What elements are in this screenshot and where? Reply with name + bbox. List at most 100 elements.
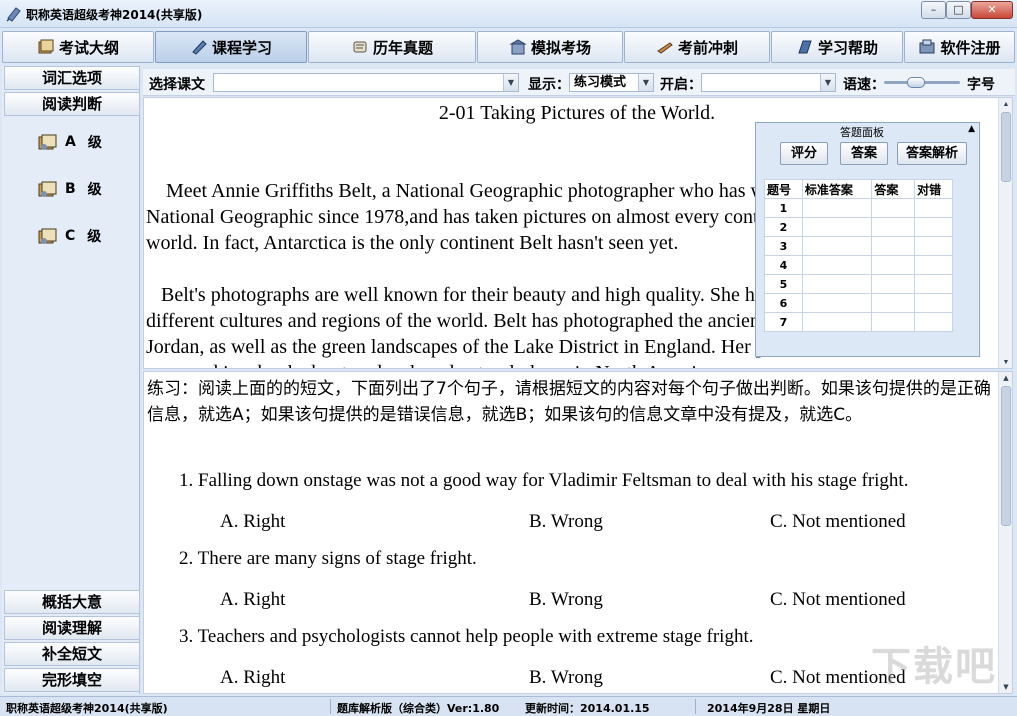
sidebar-item-main-idea[interactable]: 概括大意 bbox=[4, 590, 140, 614]
status-date: 2014年9月28日 星期日 bbox=[707, 702, 831, 715]
sidebar-item-complete-passage[interactable]: 补全短文 bbox=[4, 642, 140, 666]
option-c[interactable]: C. Not mentioned bbox=[770, 589, 906, 611]
tab-final-sprint[interactable]: 考前冲刺 bbox=[624, 31, 770, 63]
score-button[interactable]: 评分 bbox=[780, 142, 828, 165]
display-mode-dropdown[interactable]: 练习模式 ▼ bbox=[569, 73, 654, 92]
user-answer-cell[interactable] bbox=[871, 293, 916, 313]
option-a[interactable]: A. Right bbox=[220, 589, 285, 611]
tab-course-study[interactable]: 课程学习 bbox=[155, 31, 307, 63]
reading-scrollbar[interactable]: ▲ ▼ bbox=[998, 98, 1012, 368]
table-row: 3 bbox=[764, 236, 953, 256]
answer-button[interactable]: 答案 bbox=[840, 142, 888, 165]
collapse-up-icon[interactable]: ▲ bbox=[968, 124, 975, 134]
option-b[interactable]: B. Wrong bbox=[529, 589, 603, 611]
speed-slider[interactable] bbox=[884, 77, 960, 88]
scroll-up-icon[interactable]: ▲ bbox=[1000, 98, 1012, 110]
scroll-thumb[interactable] bbox=[1001, 112, 1011, 182]
column-header: 题号 bbox=[764, 179, 803, 199]
select-text-dropdown[interactable]: ▼ bbox=[213, 73, 519, 92]
practice-panel: 练习：阅读上面的的短文，下面列出了7个句子，请根据短文的内容对每个句子做出判断。… bbox=[143, 371, 1013, 694]
user-answer-cell[interactable] bbox=[871, 274, 916, 294]
chevron-down-icon[interactable]: ▼ bbox=[503, 74, 518, 91]
sidebar-item-reading-comprehension[interactable]: 阅读理解 bbox=[4, 616, 140, 640]
practice-scrollbar[interactable]: ▲ ▼ bbox=[998, 372, 1012, 693]
sidebar-item-reading-judgment[interactable]: 阅读判断 bbox=[4, 92, 140, 116]
minimize-button[interactable]: – bbox=[921, 1, 946, 19]
sidebar-item-cloze[interactable]: 完形填空 bbox=[4, 668, 140, 692]
option-a[interactable]: A. Right bbox=[220, 511, 285, 533]
user-answer-cell[interactable] bbox=[871, 217, 916, 237]
status-app-name: 职称英语超级考神2014(共享版) bbox=[6, 702, 168, 715]
title-bar: 职称英语超级考神2014(共享版) – □ ✕ bbox=[0, 0, 1017, 28]
question-number: 6 bbox=[764, 293, 803, 313]
user-answer-cell[interactable] bbox=[871, 198, 916, 218]
slider-thumb[interactable] bbox=[907, 77, 925, 88]
result-cell bbox=[914, 236, 953, 256]
tab-label: 历年真题 bbox=[372, 38, 433, 57]
user-answer-cell[interactable] bbox=[871, 312, 916, 332]
book-icon bbox=[37, 39, 55, 55]
open-label: 开启： bbox=[660, 77, 702, 93]
tab-label: 软件注册 bbox=[940, 38, 1001, 57]
scroll-down-icon[interactable]: ▼ bbox=[1000, 681, 1012, 693]
option-c[interactable]: C. Not mentioned bbox=[770, 511, 906, 533]
standard-answer-cell bbox=[801, 255, 873, 275]
standard-answer-cell bbox=[801, 312, 873, 332]
tab-software-register[interactable]: 软件注册 bbox=[904, 31, 1015, 63]
main-toolbar: 考试大纲 课程学习 历年真题 模拟考场 考前冲刺 学习帮助 软件注册 bbox=[2, 31, 1015, 64]
sidebar-item-vocabulary[interactable]: 词汇选项 bbox=[4, 66, 140, 90]
question-number: 3 bbox=[764, 236, 803, 256]
scroll-up-icon[interactable]: ▲ bbox=[1000, 372, 1012, 384]
result-cell bbox=[914, 293, 953, 313]
table-header-row: 题号 标准答案 答案 对错 bbox=[764, 179, 953, 199]
building-icon bbox=[509, 39, 527, 55]
level-letter: B bbox=[65, 181, 76, 197]
tab-study-help[interactable]: 学习帮助 bbox=[771, 31, 903, 63]
standard-answer-cell bbox=[801, 236, 873, 256]
status-divider bbox=[330, 699, 331, 714]
open-dropdown[interactable]: ▼ bbox=[701, 73, 836, 92]
chevron-down-icon[interactable]: ▼ bbox=[820, 74, 835, 91]
result-cell bbox=[914, 312, 953, 332]
result-cell bbox=[914, 274, 953, 294]
answer-table: 题号 标准答案 答案 对错 1 2 3 4 5 6 7 bbox=[764, 179, 953, 332]
standard-answer-cell bbox=[801, 293, 873, 313]
help-book-icon bbox=[796, 39, 814, 55]
option-a[interactable]: A. Right bbox=[220, 667, 285, 689]
level-letter: C bbox=[65, 228, 76, 244]
answer-panel-title: 答题面板 bbox=[840, 126, 884, 139]
scroll-down-icon[interactable]: ▼ bbox=[1000, 356, 1012, 368]
sidebar-level-b[interactable]: B 级 bbox=[37, 179, 102, 199]
selection-bar: 选择课文 ▼ 显示： 练习模式 ▼ 开启： ▼ 语速： 字号 bbox=[143, 69, 1015, 96]
option-b[interactable]: B. Wrong bbox=[529, 667, 603, 689]
question-text: 2. There are many signs of stage fright. bbox=[179, 548, 477, 569]
tab-exam-outline[interactable]: 考试大纲 bbox=[2, 31, 154, 63]
sidebar-level-c[interactable]: C 级 bbox=[37, 226, 101, 246]
close-button[interactable]: ✕ bbox=[971, 1, 1013, 19]
app-logo-icon bbox=[6, 7, 21, 22]
status-updated: 更新时间：2014.01.15 bbox=[525, 702, 650, 715]
chevron-down-icon[interactable]: ▼ bbox=[638, 74, 653, 91]
result-cell bbox=[914, 198, 953, 218]
tab-past-exams[interactable]: 历年真题 bbox=[308, 31, 476, 63]
font-size-label[interactable]: 字号 bbox=[967, 74, 995, 94]
question-text: 3. Teachers and psychologists cannot hel… bbox=[179, 626, 754, 647]
display-label: 显示： bbox=[528, 77, 570, 93]
table-row: 1 bbox=[764, 198, 953, 218]
maximize-button[interactable]: □ bbox=[946, 1, 971, 19]
question-number: 1 bbox=[764, 198, 803, 218]
option-b[interactable]: B. Wrong bbox=[529, 511, 603, 533]
left-sidebar: 词汇选项 阅读判断 A 级 B 级 C 级 概括大意 阅读理解 补全短文 完形填… bbox=[2, 66, 140, 694]
answer-analysis-button[interactable]: 答案解析 bbox=[897, 142, 967, 165]
level-suffix: 级 bbox=[87, 229, 102, 245]
status-edition: 题库解析版（综合类）Ver:1.80 bbox=[337, 702, 500, 715]
tab-label: 课程学习 bbox=[211, 38, 272, 57]
sidebar-level-a[interactable]: A 级 bbox=[37, 132, 102, 152]
standard-answer-cell bbox=[801, 274, 873, 294]
standard-answer-cell bbox=[801, 198, 873, 218]
scroll-thumb[interactable] bbox=[1001, 386, 1011, 526]
user-answer-cell[interactable] bbox=[871, 236, 916, 256]
user-answer-cell[interactable] bbox=[871, 255, 916, 275]
table-row: 7 bbox=[764, 312, 953, 332]
tab-mock-exam[interactable]: 模拟考场 bbox=[477, 31, 623, 63]
